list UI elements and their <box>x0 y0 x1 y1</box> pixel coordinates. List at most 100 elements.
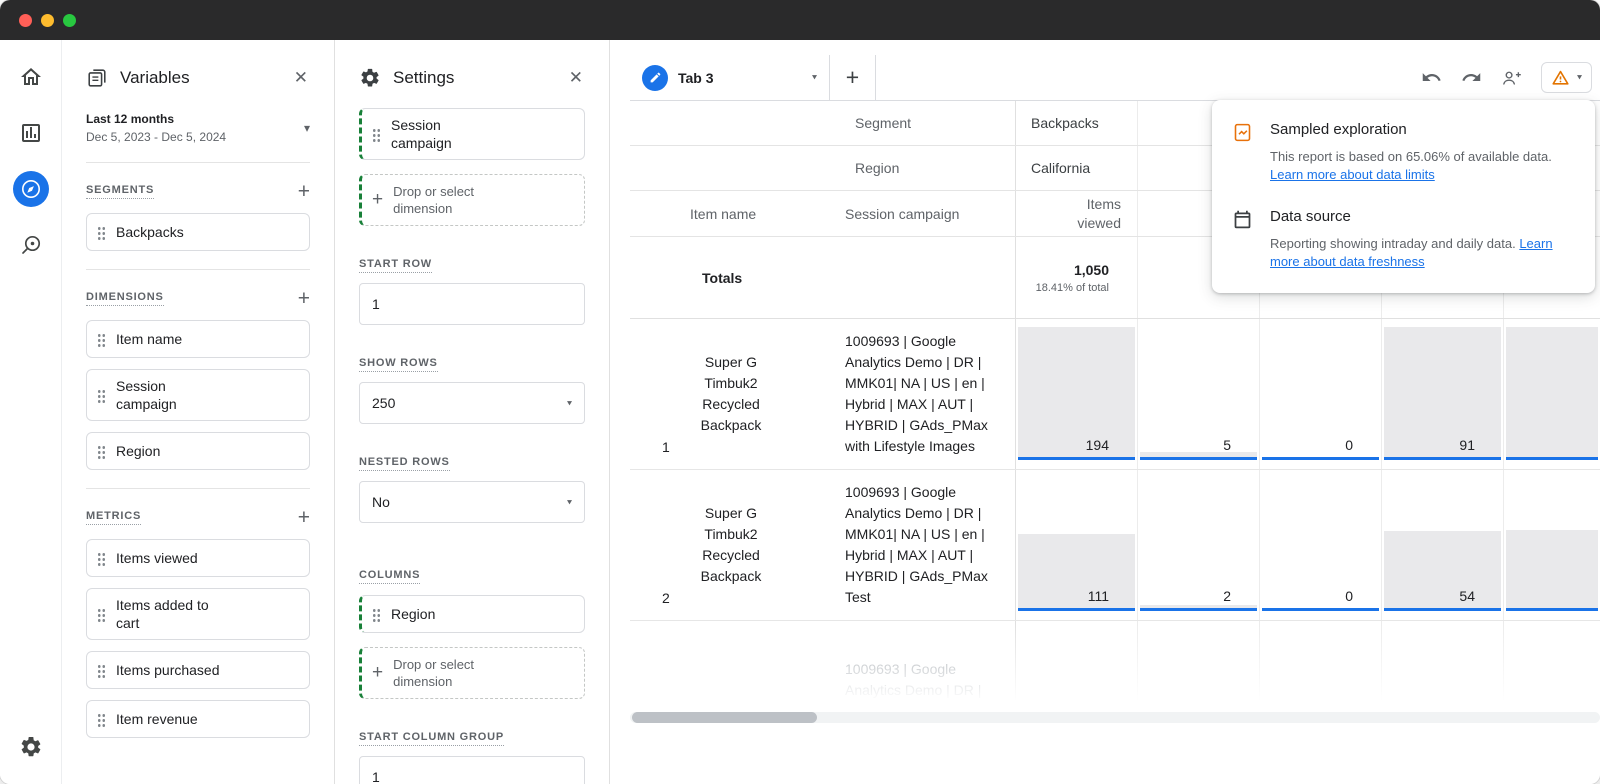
plus-icon: + <box>372 189 383 211</box>
add-segment-button[interactable]: + <box>298 181 310 202</box>
metric-chip-items-added-to-cart[interactable]: Items added to cart <box>86 588 310 640</box>
metric-cell-clipped <box>1504 319 1600 469</box>
add-metric-button[interactable]: + <box>298 507 310 528</box>
column-header-items-viewed[interactable]: Items viewed <box>1016 191 1138 236</box>
tab-strip: Tab 3 ▾ + <box>630 55 1600 101</box>
session-campaign-cell: 1009693 | Google Analytics Demo | DR | M… <box>830 319 1016 469</box>
sampling-icon <box>1232 122 1253 143</box>
metric-cell <box>1382 621 1504 712</box>
item-name-cell: Super G Timbuk2 Recycled Backpack <box>688 352 774 436</box>
segment-chip-backpacks[interactable]: Backpacks <box>86 213 310 251</box>
nested-rows-select[interactable]: No ▾ <box>359 481 585 523</box>
totals-label: Totals <box>702 270 742 286</box>
date-preset: Last 12 months <box>86 112 304 126</box>
data-source-title: Data source <box>1270 208 1573 225</box>
cell-bar <box>1018 534 1135 608</box>
minimize-window-button[interactable] <box>41 14 54 27</box>
app-body: Variables ✕ Last 12 months Dec 5, 2023 -… <box>0 40 1600 784</box>
metric-cell-items-viewed: 111 <box>1016 470 1138 620</box>
person-add-icon <box>1501 67 1522 88</box>
nav-explore-button[interactable] <box>13 171 49 207</box>
cell-bar <box>1384 531 1501 608</box>
columns-chip-region[interactable]: Region <box>359 595 585 633</box>
drag-handle-icon <box>97 225 106 240</box>
nav-advertising-button[interactable] <box>16 230 46 260</box>
add-dimension-button[interactable]: + <box>298 288 310 309</box>
chevron-down-icon: ▾ <box>567 497 572 506</box>
drag-handle-icon <box>97 444 106 459</box>
cell-bar <box>1018 327 1135 457</box>
start-row-label: START ROW <box>359 258 432 273</box>
undo-button[interactable] <box>1421 67 1442 88</box>
column-header-item-name[interactable]: Item name <box>630 191 830 236</box>
bar-chart-icon <box>19 121 43 145</box>
totals-value: 1,050 <box>1074 262 1109 278</box>
explore-compass-icon <box>19 177 43 201</box>
scrollbar-thumb[interactable] <box>632 712 817 723</box>
metric-chip-items-viewed[interactable]: Items viewed <box>86 539 310 577</box>
segment-label: Segment <box>830 101 1016 145</box>
redo-button[interactable] <box>1461 67 1482 88</box>
start-row-input[interactable] <box>359 283 585 325</box>
variables-title: Variables <box>120 68 278 88</box>
horizontal-scrollbar[interactable] <box>630 712 1600 723</box>
rows-dropzone[interactable]: + Drop or select dimension <box>359 174 585 226</box>
metric-cell <box>1016 621 1138 712</box>
nav-admin-button[interactable] <box>16 732 46 762</box>
variables-icon <box>86 67 108 89</box>
pencil-icon <box>649 71 662 84</box>
drag-handle-icon <box>372 127 381 142</box>
cell-baseline <box>1140 608 1257 611</box>
data-source-section: Data source Reporting showing intraday a… <box>1232 208 1573 271</box>
item-name-cell: Super G Timbuk2 Recycled Backpack <box>688 503 774 587</box>
settings-close-button[interactable]: ✕ <box>565 66 587 90</box>
advertising-target-icon <box>19 233 43 257</box>
cell-bar <box>1506 530 1598 608</box>
metric-cell: 0 <box>1260 319 1382 469</box>
show-rows-select[interactable]: 250 ▾ <box>359 382 585 424</box>
totals-share: 18.41% of total <box>1036 282 1109 294</box>
calendar-icon <box>1232 209 1253 230</box>
variables-panel: Variables ✕ Last 12 months Dec 5, 2023 -… <box>62 40 335 784</box>
metrics-label: METRICS <box>86 510 141 525</box>
metric-chip-item-revenue[interactable]: Item revenue <box>86 700 310 738</box>
session-campaign-cell: 1009693 | Google Analytics Demo | DR | M… <box>830 470 1016 620</box>
zoom-window-button[interactable] <box>63 14 76 27</box>
cell-bar <box>1506 327 1598 457</box>
drag-handle-icon <box>372 607 381 622</box>
share-add-user-button[interactable] <box>1501 67 1522 88</box>
sampled-body: This report is based on 65.06% of availa… <box>1270 148 1552 166</box>
columns-label: COLUMNS <box>359 569 420 584</box>
add-tab-button[interactable]: + <box>830 55 876 100</box>
chevron-down-icon: ▾ <box>1577 73 1582 82</box>
sampling-status-dropdown[interactable]: ▾ <box>1541 62 1592 93</box>
variables-close-button[interactable]: ✕ <box>290 66 312 90</box>
column-header-session-campaign[interactable]: Session campaign <box>830 191 1016 236</box>
divider <box>86 488 310 489</box>
metric-cell-items-viewed: 194 <box>1016 319 1138 469</box>
drag-handle-icon <box>97 663 106 678</box>
start-column-group-input[interactable] <box>359 756 585 784</box>
dimension-chip-region[interactable]: Region <box>86 432 310 470</box>
nav-reports-button[interactable] <box>16 118 46 148</box>
sampled-exploration-section: Sampled exploration This report is based… <box>1232 121 1573 184</box>
close-window-button[interactable] <box>19 14 32 27</box>
canvas-toolbar: ▾ <box>1421 55 1600 100</box>
plus-icon: + <box>372 662 383 684</box>
metric-cell-clipped <box>1504 470 1600 620</box>
columns-dropzone[interactable]: + Drop or select dimension <box>359 647 585 699</box>
nav-home-button[interactable] <box>16 62 46 92</box>
metric-chip-items-purchased[interactable]: Items purchased <box>86 651 310 689</box>
date-range-selector[interactable]: Last 12 months Dec 5, 2023 - Dec 5, 2024… <box>86 106 310 144</box>
dimensions-label: DIMENSIONS <box>86 291 164 306</box>
cell-baseline <box>1506 457 1598 460</box>
drag-handle-icon <box>97 607 106 622</box>
metric-cell: 91 <box>1382 319 1504 469</box>
dimension-chip-item-name[interactable]: Item name <box>86 320 310 358</box>
tab-3[interactable]: Tab 3 ▾ <box>630 55 830 100</box>
dimension-chip-session-campaign[interactable]: Session campaign <box>86 369 310 421</box>
exploration-canvas: Tab 3 ▾ + <box>610 40 1600 784</box>
data-source-body: Reporting showing intraday and daily dat… <box>1270 235 1573 271</box>
data-limits-link[interactable]: Learn more about data limits <box>1270 167 1435 182</box>
rows-chip-session-campaign[interactable]: Session campaign <box>359 108 585 160</box>
